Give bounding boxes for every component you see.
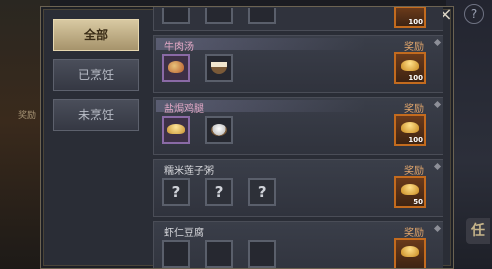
ingredient-slot[interactable] (248, 8, 277, 24)
corner-diamond-icon (433, 100, 442, 109)
recipe-row-partial-top: 100 (153, 7, 443, 31)
reward-label: 奖励 (404, 166, 424, 177)
corner-diamond-icon (433, 38, 442, 47)
gold-ingot-icon (401, 122, 419, 133)
unknown-ingredient-slot[interactable]: ? (205, 178, 234, 206)
gold-ingot-icon (401, 60, 419, 71)
ingredient-slot[interactable] (205, 54, 234, 82)
reward-label: 奖励 (404, 104, 424, 115)
recipe-title: 糯米莲子粥 (164, 166, 214, 177)
ingredient-slot[interactable] (162, 240, 190, 268)
ingredient-slot[interactable] (248, 240, 277, 268)
recipe-list[interactable]: 100 牛肉汤 奖励 100 盐焗鸡腿 奖励 100 糯米莲子粥 ? ? ? 奖… (153, 7, 443, 268)
tab-uncooked[interactable]: 未烹饪 (53, 99, 139, 131)
recipe-row: 盐焗鸡腿 奖励 100 (153, 97, 443, 155)
filter-tabs: 全部 已烹饪 未烹饪 (53, 19, 139, 139)
ingredient-slot[interactable] (162, 116, 190, 144)
gold-ingot-icon (401, 246, 419, 257)
chicken-leg-icon (167, 124, 185, 134)
ingredient-slots (162, 240, 286, 268)
ingredient-slot[interactable] (162, 54, 190, 82)
salt-bowl-icon (211, 124, 228, 136)
cooking-recipe-panel: × 全部 已烹饪 未烹饪 100 牛肉汤 奖励 100 盐焗鸡腿 奖励 100 … (40, 5, 454, 269)
reward-quantity: 50 (413, 198, 423, 206)
unknown-ingredient-slot[interactable]: ? (248, 178, 277, 206)
reward-label: 奖励 (404, 42, 424, 53)
beef-icon (168, 61, 184, 73)
tab-cooked[interactable]: 已烹饪 (53, 59, 139, 91)
help-button[interactable]: ? (464, 4, 484, 24)
recipe-row: 牛肉汤 奖励 100 (153, 35, 443, 93)
reward-quantity: 100 (408, 74, 423, 82)
side-task-button[interactable]: 任 (466, 218, 490, 244)
reward-label: 奖励 (404, 228, 424, 239)
ingredient-slots: ? ? ? (162, 178, 286, 206)
recipe-title: 盐焗鸡腿 (164, 104, 204, 115)
recipe-title: 牛肉汤 (164, 42, 194, 53)
ingredient-slot[interactable] (205, 8, 234, 24)
bowl-icon (211, 62, 228, 74)
reward-quantity: 100 (408, 136, 423, 144)
ingredient-slots (162, 54, 243, 82)
reward-quantity: 100 (408, 18, 423, 26)
ingredient-slot[interactable] (205, 116, 234, 144)
reward-slot[interactable]: 100 (394, 114, 426, 146)
gold-ingot-icon (401, 184, 419, 195)
unknown-ingredient-slot[interactable]: ? (162, 178, 190, 206)
reward-slot[interactable] (394, 238, 426, 268)
ingredient-slots (162, 8, 286, 27)
corner-diamond-icon (433, 162, 442, 171)
ingredient-slot[interactable] (205, 240, 234, 268)
ingredient-slot[interactable] (162, 8, 190, 24)
tab-all[interactable]: 全部 (53, 19, 139, 51)
reward-slot[interactable]: 50 (394, 176, 426, 208)
recipe-row: 虾仁豆腐 奖励 (153, 221, 443, 268)
background-label: 奖励 (18, 111, 37, 121)
recipe-title: 虾仁豆腐 (164, 228, 204, 239)
corner-diamond-icon (433, 224, 442, 233)
reward-slot[interactable]: 100 (394, 7, 426, 28)
recipe-row: 糯米莲子粥 ? ? ? 奖励 50 (153, 159, 443, 217)
ingredient-slots (162, 116, 243, 144)
reward-slot[interactable]: 100 (394, 52, 426, 84)
